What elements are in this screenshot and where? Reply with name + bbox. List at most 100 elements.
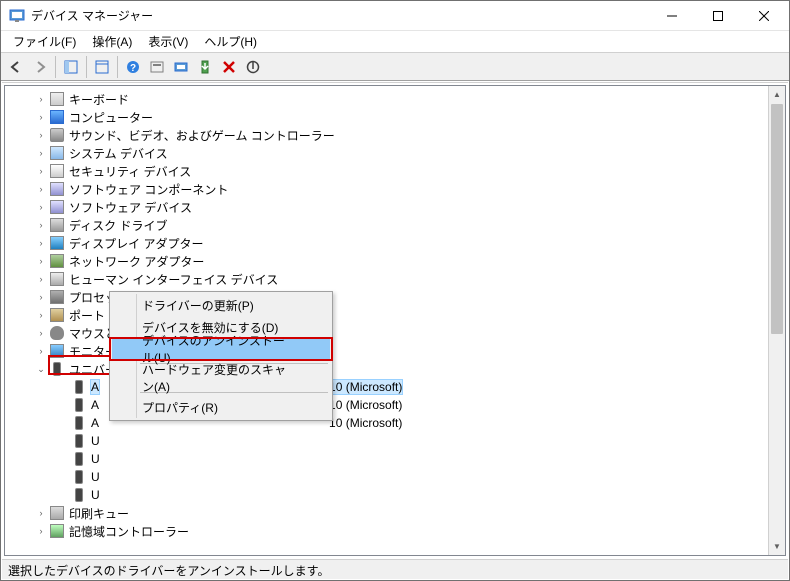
- statusbar: 選択したデバイスのドライバーをアンインストールします。: [2, 559, 788, 579]
- expand-icon[interactable]: ›: [35, 507, 47, 519]
- usb-device-icon: [71, 433, 87, 449]
- expand-icon[interactable]: ›: [35, 201, 47, 213]
- window-title: デバイス マネージャー: [31, 7, 649, 24]
- device-category-icon: [49, 523, 65, 539]
- scroll-down-arrow[interactable]: ▼: [769, 538, 785, 555]
- show-hide-tree-button[interactable]: [60, 56, 82, 78]
- tree-category[interactable]: ›システム デバイス: [5, 144, 785, 162]
- tree-device-label: U: [91, 488, 100, 502]
- tree-category[interactable]: ›キーボード: [5, 90, 785, 108]
- tree-category[interactable]: ›セキュリティ デバイス: [5, 162, 785, 180]
- menu-file[interactable]: ファイル(F): [5, 31, 84, 52]
- toolbar: ?: [1, 53, 789, 81]
- minimize-button[interactable]: [649, 1, 695, 30]
- scroll-thumb[interactable]: [771, 104, 783, 334]
- tree-category-label: ソフトウェア コンポーネント: [69, 181, 228, 198]
- menubar: ファイル(F) 操作(A) 表示(V) ヘルプ(H): [1, 31, 789, 53]
- expand-icon[interactable]: ›: [35, 309, 47, 321]
- disable-button[interactable]: [242, 56, 264, 78]
- device-category-icon: [49, 199, 65, 215]
- maximize-button[interactable]: [695, 1, 741, 30]
- tree-category[interactable]: › ソフトウェア コンポーネント: [5, 180, 785, 198]
- back-button[interactable]: [5, 56, 27, 78]
- tree-category-label: ソフトウェア デバイス: [69, 199, 192, 216]
- collapse-icon[interactable]: ⌄: [35, 363, 47, 375]
- device-category-icon: [49, 307, 65, 323]
- update-driver-button[interactable]: [194, 56, 216, 78]
- usb-device-icon: [71, 487, 87, 503]
- device-category-icon: [49, 361, 65, 377]
- help-button[interactable]: ?: [122, 56, 144, 78]
- tree-category-label: コンピューター: [69, 109, 153, 126]
- expand-icon[interactable]: ›: [35, 165, 47, 177]
- context-menu-label: プロパティ(R): [142, 399, 218, 416]
- tree-category[interactable]: › コンピューター: [5, 108, 785, 126]
- tree-category-label: サウンド、ビデオ、およびゲーム コントローラー: [69, 127, 335, 144]
- toolbar-separator: [117, 56, 118, 78]
- tree-category[interactable]: ›ネットワーク アダプター: [5, 252, 785, 270]
- device-category-icon: [49, 325, 65, 341]
- usb-device-icon: [71, 397, 87, 413]
- context-menu-item[interactable]: ドライバーの更新(P): [112, 294, 330, 316]
- tree-category[interactable]: ›ディスク ドライブ: [5, 216, 785, 234]
- app-icon: [9, 8, 25, 24]
- scan-hardware-button[interactable]: [170, 56, 192, 78]
- device-category-icon: [49, 181, 65, 197]
- tree-device-label: U: [91, 470, 100, 484]
- context-menu-label: ドライバーの更新(P): [142, 297, 254, 314]
- device-category-icon: [49, 127, 65, 143]
- properties-button[interactable]: [91, 56, 113, 78]
- expand-icon[interactable]: ›: [35, 147, 47, 159]
- expand-icon[interactable]: ›: [35, 255, 47, 267]
- usb-device-icon: [71, 469, 87, 485]
- context-menu: ドライバーの更新(P)デバイスを無効にする(D)デバイスのアンインストール(U)…: [109, 291, 333, 421]
- context-menu-label: ハードウェア変更のスキャン(A): [142, 361, 290, 395]
- tree-category[interactable]: ›ディスプレイ アダプター: [5, 234, 785, 252]
- tree-device-label-suffix: 10 (Microsoft): [329, 398, 402, 412]
- context-menu-item[interactable]: デバイスのアンインストール(U): [112, 338, 330, 360]
- device-category-icon: [49, 109, 65, 125]
- expand-icon[interactable]: ›: [35, 219, 47, 231]
- expand-icon[interactable]: ›: [35, 273, 47, 285]
- expand-icon[interactable]: ›: [35, 183, 47, 195]
- expand-icon[interactable]: ›: [35, 345, 47, 357]
- device-category-icon: [49, 163, 65, 179]
- tree-category[interactable]: › 記憶域コントローラー: [5, 522, 785, 540]
- menu-action[interactable]: 操作(A): [84, 31, 140, 52]
- tree-category[interactable]: › サウンド、ビデオ、およびゲーム コントローラー: [5, 126, 785, 144]
- tree-device-label: A: [91, 380, 99, 394]
- tree-device[interactable]: U: [5, 486, 785, 504]
- expand-icon[interactable]: ›: [35, 129, 47, 141]
- tree-device[interactable]: U: [5, 450, 785, 468]
- expand-icon[interactable]: ›: [35, 525, 47, 537]
- tree-category-label: 記憶域コントローラー: [69, 523, 189, 540]
- menu-help[interactable]: ヘルプ(H): [196, 31, 265, 52]
- toolbar-separator: [55, 56, 56, 78]
- device-category-icon: [49, 505, 65, 521]
- close-button[interactable]: [741, 1, 787, 30]
- context-menu-item[interactable]: プロパティ(R): [112, 396, 330, 418]
- menu-view[interactable]: 表示(V): [140, 31, 196, 52]
- usb-device-icon: [71, 415, 87, 431]
- expand-icon[interactable]: ›: [35, 237, 47, 249]
- tree-device[interactable]: U: [5, 432, 785, 450]
- uninstall-button[interactable]: [218, 56, 240, 78]
- tree-category[interactable]: › 印刷キュー: [5, 504, 785, 522]
- device-category-icon: [49, 289, 65, 305]
- context-menu-item[interactable]: ハードウェア変更のスキャン(A): [112, 367, 330, 389]
- action-button[interactable]: [146, 56, 168, 78]
- vertical-scrollbar[interactable]: ▲ ▼: [768, 86, 785, 555]
- expand-icon[interactable]: ›: [35, 327, 47, 339]
- tree-category[interactable]: › ヒューマン インターフェイス デバイス: [5, 270, 785, 288]
- expand-icon[interactable]: ›: [35, 291, 47, 303]
- device-category-icon: [49, 271, 65, 287]
- tree-category-label: ヒューマン インターフェイス デバイス: [69, 271, 278, 288]
- expand-icon[interactable]: ›: [35, 93, 47, 105]
- scroll-up-arrow[interactable]: ▲: [769, 86, 785, 103]
- expand-icon[interactable]: ›: [35, 111, 47, 123]
- device-category-icon: [49, 235, 65, 251]
- tree-device[interactable]: U: [5, 468, 785, 486]
- forward-button[interactable]: [29, 56, 51, 78]
- tree-category[interactable]: › ソフトウェア デバイス: [5, 198, 785, 216]
- tree-category-label: 印刷キュー: [69, 505, 129, 522]
